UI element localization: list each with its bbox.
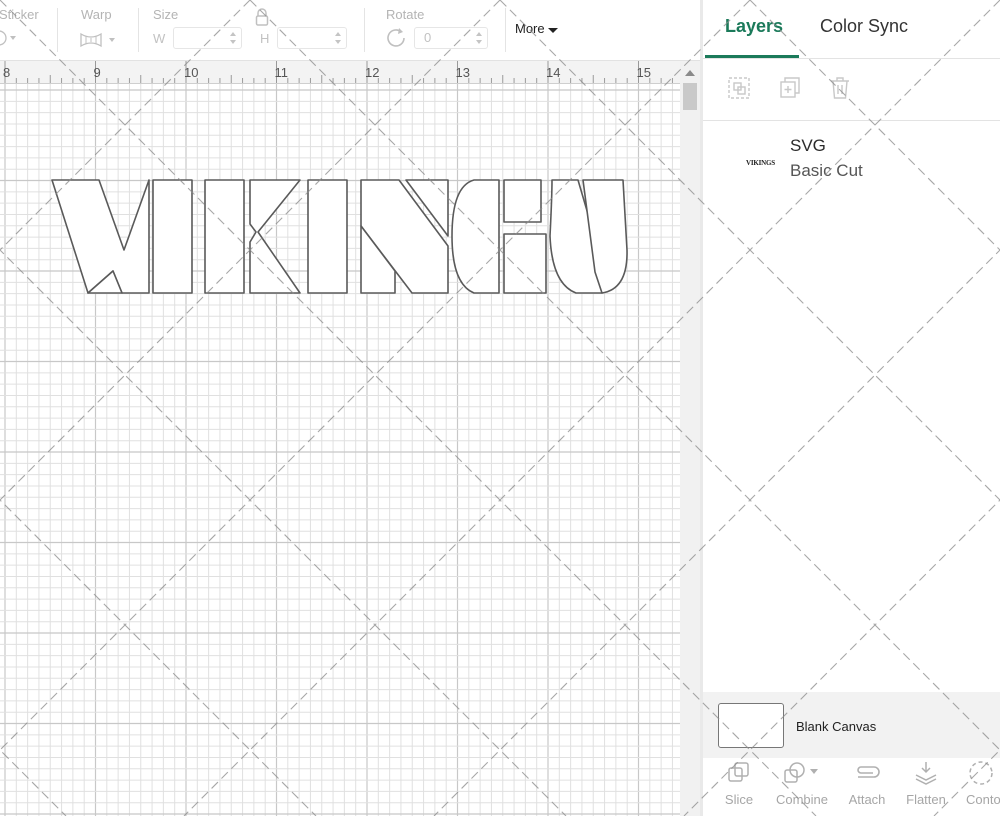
tabs-divider	[703, 58, 1000, 59]
stepper-icon	[230, 32, 236, 44]
toolbar-divider	[138, 8, 139, 52]
group-button[interactable]	[727, 76, 751, 105]
flatten-button[interactable]: Flatten	[903, 760, 949, 807]
ruler-label: 9	[94, 65, 101, 80]
tab-color-sync-label: Color Sync	[820, 16, 909, 36]
caret-down-icon	[548, 27, 559, 33]
blank-canvas-label: Blank Canvas	[796, 719, 877, 734]
lock-icon[interactable]	[254, 8, 270, 26]
attach-button[interactable]: Attach	[844, 760, 890, 807]
more-button[interactable]: More	[515, 21, 559, 36]
rotate-input[interactable]: 0	[414, 27, 488, 49]
combine-label: Combine	[775, 792, 829, 807]
scroll-up-arrow-icon[interactable]	[680, 65, 700, 81]
stepper-icon	[476, 32, 482, 44]
sticker-label: Sticker	[0, 7, 39, 22]
layer-title: SVG	[790, 136, 826, 155]
group-icon	[728, 77, 750, 99]
slice-label: Slice	[724, 792, 754, 807]
width-input[interactable]	[173, 27, 242, 49]
combine-icon	[784, 762, 818, 783]
duplicate-button[interactable]	[778, 76, 802, 105]
rotate-value: 0	[424, 30, 432, 45]
attach-label: Attach	[848, 792, 886, 807]
rotate-label: Rotate	[386, 7, 425, 22]
scrollbar-thumb[interactable]	[683, 83, 697, 110]
warp-dropdown[interactable]	[79, 30, 119, 50]
flatten-icon	[915, 762, 937, 785]
warp-icon	[80, 32, 115, 48]
tab-layers[interactable]: Layers	[725, 16, 783, 37]
layer-operation: Basic Cut	[790, 161, 863, 180]
contour-button[interactable]: Contour	[961, 760, 1000, 807]
ruler-label: 14	[546, 65, 560, 80]
height-input[interactable]	[277, 27, 347, 49]
blank-canvas-row[interactable]: Blank Canvas	[703, 692, 1000, 758]
ruler-label: 13	[456, 65, 470, 80]
stepper-icon	[335, 32, 341, 44]
toolbar-divider	[364, 8, 365, 52]
horizontal-ruler: 8 9 10 11 12 13 14 15	[0, 61, 680, 84]
layers-panel: Layers Color Sync VIKINGS SVG Basic Cut …	[703, 0, 1000, 816]
warp-label: Warp	[81, 7, 112, 22]
sticker-icon	[0, 30, 16, 46]
rotate-icon	[385, 27, 409, 49]
attach-icon	[857, 766, 880, 778]
contour-label: Contour	[966, 792, 1000, 807]
ruler-label: 11	[275, 65, 289, 80]
layer-item[interactable]: VIKINGS SVG Basic Cut	[703, 126, 1000, 188]
sticker-dropdown[interactable]	[0, 28, 20, 48]
ruler-label: 12	[365, 65, 379, 80]
ruler-label: 15	[637, 65, 651, 80]
tab-layers-label: Layers	[725, 16, 784, 36]
trash-icon	[831, 77, 849, 99]
ruler-label: 10	[184, 65, 198, 80]
delete-button[interactable]	[828, 76, 852, 105]
toolbar-divider	[57, 8, 58, 52]
layer-thumbnail-text: VIKINGS	[746, 159, 775, 167]
flatten-label: Flatten	[906, 792, 946, 807]
height-label: H	[260, 31, 270, 46]
vertical-scrollbar[interactable]	[680, 61, 700, 816]
more-label: More	[515, 21, 545, 36]
tab-color-sync[interactable]: Color Sync	[820, 16, 908, 37]
ruler-label: 8	[3, 65, 10, 80]
size-label: Size	[153, 7, 179, 22]
vikings-design[interactable]	[51, 179, 628, 294]
ruler-ticks: 8 9 10 11 12 13 14 15	[3, 61, 673, 83]
duplicate-icon	[780, 77, 800, 98]
slice-icon	[728, 762, 749, 782]
toolbar-divider	[505, 8, 506, 52]
slice-button[interactable]: Slice	[721, 760, 757, 807]
blank-canvas-swatch[interactable]	[718, 703, 784, 748]
actions-divider	[703, 120, 1000, 121]
combine-button[interactable]: Combine	[771, 760, 833, 807]
edit-toolbar: Sticker Warp Size W H Rotate 0 More	[0, 0, 703, 61]
layer-thumbnail: VIKINGS	[746, 152, 782, 167]
contour-icon	[969, 761, 993, 785]
design-canvas[interactable]	[0, 84, 680, 816]
width-label: W	[153, 31, 166, 46]
